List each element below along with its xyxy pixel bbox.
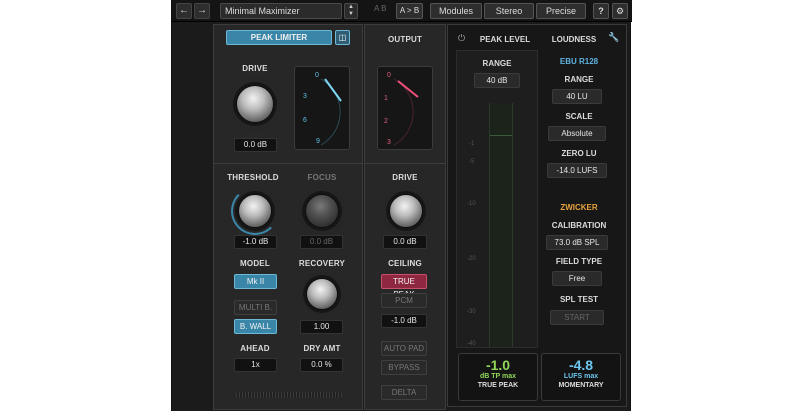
preset-stepper[interactable]: ▲ ▼: [344, 3, 358, 19]
ab-indicator[interactable]: A B: [374, 4, 386, 13]
stereo-button[interactable]: Stereo: [484, 3, 534, 19]
gr-needle: [320, 78, 342, 146]
limiter-mode-icon[interactable]: ◫: [335, 30, 350, 45]
dry-amount-label: DRY AMT: [303, 344, 341, 353]
divider: [365, 163, 445, 164]
peak-range-label: RANGE: [482, 59, 512, 68]
horizontal-scrollbar[interactable]: [236, 392, 342, 398]
momentary-caption: MOMENTARY: [558, 382, 604, 389]
auto-pad-button[interactable]: AUTO PAD: [381, 341, 427, 356]
modules-button[interactable]: Modules: [430, 3, 482, 19]
scale-mark: -10: [467, 201, 476, 207]
true-peak-value: -1.0: [485, 357, 511, 373]
field-type-label: FIELD TYPE: [555, 257, 603, 266]
wrench-icon[interactable]: 🔧: [608, 32, 619, 43]
calibration-value[interactable]: 73.0 dB SPL: [546, 235, 608, 250]
bypass-button[interactable]: BYPASS: [381, 360, 427, 375]
scale-value[interactable]: Absolute: [548, 126, 606, 141]
peak-meter-area: RANGE 40 dB -1 -5 -10 -20 -30 -40: [456, 50, 538, 348]
recovery-value-field[interactable]: 1.00: [300, 320, 343, 334]
field-type-value[interactable]: Free: [552, 271, 602, 286]
recovery-label: RECOVERY: [298, 259, 346, 268]
pcm-button[interactable]: PCM: [381, 293, 427, 308]
meter-panel: ⏻ PEAK LEVEL LOUDNESS 🔧 RANGE 40 dB -1 -…: [447, 24, 627, 407]
loudness-range-label: RANGE: [564, 75, 594, 84]
output-panel: OUTPUT 0 1 2 3 DRIVE 0.0 dB CEILING TRUE…: [364, 24, 446, 410]
scale-mark: -20: [467, 256, 476, 262]
zero-lu-label: ZERO LU: [561, 149, 597, 158]
forward-arrow-icon[interactable]: →: [194, 3, 210, 19]
loudness-range-value[interactable]: 40 LU: [552, 89, 602, 104]
momentary-readout: -4.8 LUFS max MOMENTARY: [541, 353, 621, 401]
loudness-label: LOUDNESS: [551, 35, 597, 44]
output-header: OUTPUT: [387, 35, 423, 44]
scale-mark: -1: [469, 141, 475, 147]
output-drive-knob[interactable]: [389, 194, 423, 228]
momentary-value: -4.8: [568, 357, 594, 373]
ahead-value-field[interactable]: 1x: [234, 358, 277, 372]
momentary-unit: LUFS max: [563, 373, 599, 380]
model-selector[interactable]: Mk II: [234, 274, 277, 289]
divider: [214, 163, 362, 164]
threshold-knob[interactable]: [238, 194, 272, 228]
model-label: MODEL: [240, 259, 270, 268]
scale-label: SCALE: [565, 112, 593, 121]
ahead-label: AHEAD: [240, 344, 270, 353]
focus-value-field[interactable]: 0.0 dB: [300, 235, 343, 249]
dry-amount-value-field[interactable]: 0.0 %: [300, 358, 343, 372]
peak-limiter-panel: PEAK LIMITER ◫ DRIVE 0.0 dB 0 3 6 9 THRE…: [213, 24, 363, 410]
zero-lu-value[interactable]: -14.0 LUFS: [547, 163, 607, 178]
threshold-label: THRESHOLD: [227, 173, 279, 182]
true-peak-readout: -1.0 dB TP max TRUE PEAK: [458, 353, 538, 401]
scale-mark: -5: [469, 159, 475, 165]
peak-limiter-toggle[interactable]: PEAK LIMITER: [226, 30, 332, 45]
drive-label: DRIVE: [242, 64, 268, 73]
ceiling-value-field[interactable]: -1.0 dB: [381, 314, 427, 328]
output-drive-label: DRIVE: [392, 173, 418, 182]
delta-button[interactable]: DELTA: [381, 385, 427, 400]
drive-value-field[interactable]: 0.0 dB: [234, 138, 277, 152]
power-icon[interactable]: ⏻: [458, 33, 465, 44]
ceiling-label: CEILING: [388, 259, 422, 268]
peak-hold-line: [490, 135, 512, 136]
peak-level-bar: [489, 103, 513, 347]
gain-reduction-meter: 0 3 6 9: [294, 66, 350, 150]
settings-gear-icon[interactable]: ⚙: [612, 3, 628, 19]
precise-button[interactable]: Precise: [536, 3, 586, 19]
multi-band-button[interactable]: MULTI B.: [234, 300, 277, 315]
output-drive-value-field[interactable]: 0.0 dB: [383, 235, 427, 249]
true-peak-button[interactable]: TRUE PEAK: [381, 274, 427, 299]
scale-mark: -30: [467, 309, 476, 315]
focus-label: FOCUS: [307, 173, 337, 182]
preset-selector[interactable]: Minimal Maximizer: [220, 3, 342, 19]
recovery-knob[interactable]: [306, 278, 338, 310]
chevron-down-icon[interactable]: ▼: [345, 11, 357, 18]
chevron-up-icon[interactable]: ▲: [345, 4, 357, 11]
brick-wall-button[interactable]: B. WALL: [234, 319, 277, 334]
true-peak-caption: TRUE PEAK: [477, 382, 519, 389]
top-toolbar: ← → Minimal Maximizer ▲ ▼ A B A > B Modu…: [172, 0, 632, 22]
spl-test-label: SPL TEST: [559, 295, 599, 304]
focus-knob[interactable]: [305, 194, 339, 228]
scale-mark: -40: [467, 341, 476, 347]
calibration-label: CALIBRATION: [551, 221, 607, 230]
spl-start-button[interactable]: START: [550, 310, 604, 325]
plugin-window: ← → Minimal Maximizer ▲ ▼ A B A > B Modu…: [171, 0, 632, 411]
drive-knob[interactable]: [236, 85, 274, 123]
threshold-value-field[interactable]: -1.0 dB: [234, 235, 277, 249]
peak-level-label: PEAK LEVEL: [479, 35, 531, 44]
help-button[interactable]: ?: [593, 3, 609, 19]
back-arrow-icon[interactable]: ←: [176, 3, 192, 19]
output-meter: 0 1 2 3: [377, 66, 433, 150]
true-peak-unit: dB TP max: [479, 373, 517, 380]
peak-range-value[interactable]: 40 dB: [474, 73, 520, 88]
ebu-r128-label[interactable]: EBU R128: [544, 57, 614, 66]
zwicker-label[interactable]: ZWICKER: [544, 203, 614, 212]
ab-copy-button[interactable]: A > B: [396, 3, 423, 19]
output-needle: [393, 78, 419, 146]
